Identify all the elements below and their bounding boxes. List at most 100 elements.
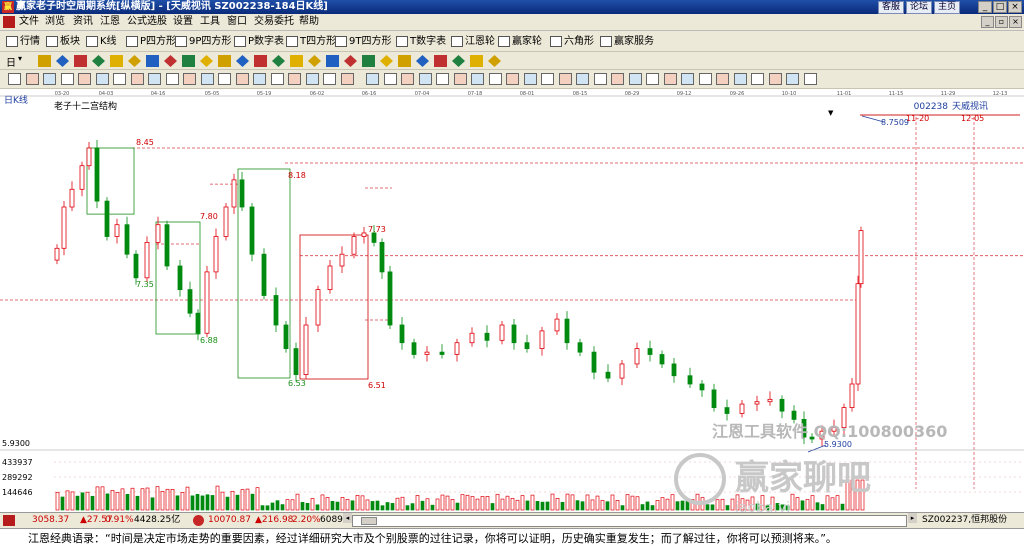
menu-formula[interactable]: 公式选股 [124, 15, 170, 29]
draw-tool-icon[interactable] [733, 73, 747, 85]
toolbar-btn-7[interactable]: 9T四方形 [335, 34, 391, 49]
draw-tool-icon[interactable] [95, 73, 109, 85]
kline-chart-area[interactable]: 03-20 04-03 04-16 05-05 05-19 06-02 06-16 07-04… [0, 89, 1024, 516]
draw-tool-icon[interactable] [471, 73, 484, 85]
menu-trade[interactable]: 交易委托 [251, 15, 297, 29]
app-menu-icon[interactable] [3, 16, 15, 28]
toolbar-btn-5[interactable]: P数字表 [234, 34, 284, 49]
nav-tool-icon[interactable] [182, 55, 195, 67]
draw-tool-icon[interactable] [506, 73, 519, 85]
kline-chart[interactable]: 03-20 04-03 04-16 05-05 05-19 06-02 06-16 07-04… [0, 89, 1024, 516]
draw-tool-icon[interactable] [235, 73, 249, 85]
menu-browse[interactable]: 浏览 [42, 15, 68, 29]
toolbar-btn-1[interactable]: 板块 [46, 34, 80, 49]
draw-tool-icon[interactable] [786, 73, 799, 85]
draw-tool-icon[interactable] [768, 73, 782, 85]
draw-tool-icon[interactable] [628, 73, 642, 85]
draw-tool-icon[interactable] [218, 73, 231, 85]
child-minimize-button[interactable]: _ [981, 16, 994, 28]
forum-link[interactable]: 论坛 [905, 1, 932, 14]
draw-tool-icon[interactable] [340, 73, 354, 85]
child-close-button[interactable]: × [1009, 16, 1022, 28]
maximize-button[interactable]: □ [993, 1, 1007, 13]
draw-tool-icon[interactable] [323, 73, 336, 85]
toolbar-btn-2[interactable]: K线 [86, 34, 117, 49]
draw-tool-icon[interactable] [288, 73, 301, 85]
toolbar-btn-3[interactable]: P四方形 [126, 34, 176, 49]
nav-tool-icon[interactable] [416, 55, 429, 67]
menu-gann[interactable]: 江恩 [97, 15, 123, 29]
draw-tool-icon[interactable] [401, 73, 414, 85]
draw-tool-icon[interactable] [418, 73, 432, 85]
draw-tool-icon[interactable] [716, 73, 729, 85]
scroll-left-icon[interactable]: ◂ [343, 513, 352, 523]
draw-tool-icon[interactable] [523, 73, 537, 85]
draw-tool-icon[interactable] [253, 73, 266, 85]
draw-tool-icon[interactable] [681, 73, 694, 85]
nav-tool-icon[interactable] [92, 55, 105, 67]
scrollbar-thumb[interactable] [361, 517, 377, 525]
nav-tool-icon[interactable] [308, 55, 321, 67]
draw-tool-icon[interactable] [453, 73, 467, 85]
draw-tool-icon[interactable] [593, 73, 607, 85]
toolbar-btn-8[interactable]: T数字表 [396, 34, 446, 49]
nav-tool-icon[interactable] [452, 55, 465, 67]
draw-tool-icon[interactable] [8, 73, 21, 85]
draw-tool-icon[interactable] [183, 73, 196, 85]
nav-tool-icon[interactable] [218, 55, 231, 67]
nav-tool-icon[interactable] [488, 55, 501, 67]
horizontal-scrollbar[interactable] [352, 515, 907, 527]
nav-tool-icon[interactable] [272, 55, 285, 67]
draw-tool-icon[interactable] [541, 73, 554, 85]
draw-tool-icon[interactable] [78, 73, 91, 85]
nav-tool-icon[interactable] [74, 55, 87, 67]
toolbar-btn-4[interactable]: 9P四方形 [175, 34, 231, 49]
nav-tool-icon[interactable] [398, 55, 411, 67]
close-button[interactable]: × [1008, 1, 1022, 13]
toolbar-btn-9[interactable]: 江恩轮 [451, 34, 495, 49]
nav-tool-icon[interactable] [236, 55, 249, 67]
draw-tool-icon[interactable] [25, 73, 39, 85]
nav-tool-icon[interactable] [38, 55, 51, 67]
draw-tool-icon[interactable] [751, 73, 764, 85]
draw-tool-icon[interactable] [611, 73, 624, 85]
menu-info[interactable]: 资讯 [70, 15, 96, 29]
draw-tool-icon[interactable] [43, 73, 56, 85]
menu-file[interactable]: 文件 [16, 15, 42, 29]
draw-tool-icon[interactable] [576, 73, 589, 85]
draw-tool-icon[interactable] [165, 73, 179, 85]
period-selector[interactable]: 日 [6, 54, 16, 69]
menu-tools[interactable]: 工具 [197, 15, 223, 29]
draw-tool-icon[interactable] [200, 73, 214, 85]
draw-tool-icon[interactable] [663, 73, 677, 85]
nav-tool-icon[interactable] [470, 55, 483, 67]
homepage-link[interactable]: 主页 [933, 1, 960, 14]
draw-tool-icon[interactable] [148, 73, 161, 85]
draw-tool-icon[interactable] [366, 73, 379, 85]
draw-tool-icon[interactable] [305, 73, 319, 85]
nav-tool-icon[interactable] [200, 55, 213, 67]
right-stock-label[interactable]: SZ002237,恒邦股份 [922, 513, 1007, 528]
draw-tool-icon[interactable] [270, 73, 284, 85]
toolbar-btn-6[interactable]: T四方形 [286, 34, 336, 49]
customer-service-link[interactable]: 客服 [877, 1, 904, 14]
menu-help[interactable]: 帮助 [296, 15, 322, 29]
toolbar-btn-10[interactable]: 赢家轮 [498, 34, 542, 49]
nav-tool-icon[interactable] [146, 55, 159, 67]
toolbar-btn-0[interactable]: 行情 [6, 34, 40, 49]
draw-tool-icon[interactable] [558, 73, 572, 85]
draw-tool-icon[interactable] [698, 73, 712, 85]
draw-tool-icon[interactable] [803, 73, 817, 85]
draw-tool-icon[interactable] [488, 73, 502, 85]
minimize-button[interactable]: _ [978, 1, 992, 13]
nav-tool-icon[interactable] [56, 55, 69, 67]
nav-tool-icon[interactable] [164, 55, 177, 67]
nav-tool-icon[interactable] [434, 55, 447, 67]
draw-tool-icon[interactable] [113, 73, 126, 85]
toolbar-btn-12[interactable]: 赢家服务 [600, 34, 654, 49]
menu-settings[interactable]: 设置 [170, 15, 196, 29]
draw-tool-icon[interactable] [130, 73, 144, 85]
draw-tool-icon[interactable] [436, 73, 449, 85]
nav-tool-icon[interactable] [344, 55, 357, 67]
nav-tool-icon[interactable] [326, 55, 339, 67]
